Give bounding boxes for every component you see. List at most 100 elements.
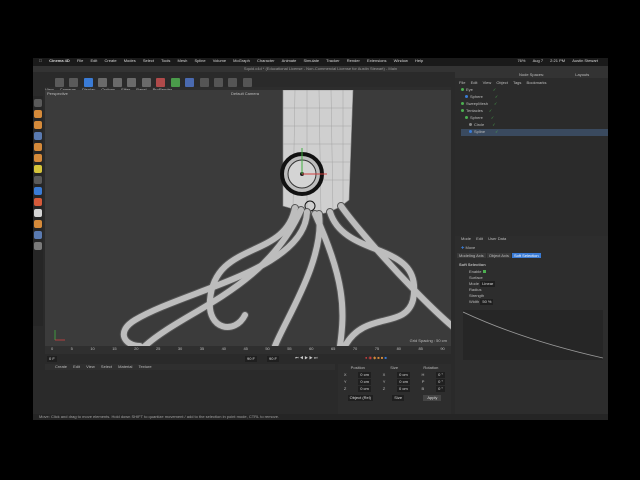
menu-mesh[interactable]: Mesh bbox=[178, 58, 188, 64]
enabled-check-icon[interactable]: ✓ bbox=[493, 87, 496, 92]
go-to-end-icon[interactable]: ⏭ bbox=[314, 355, 318, 360]
app-name[interactable]: Cinema 4D bbox=[49, 58, 70, 64]
size-z-field[interactable]: 0 cm bbox=[397, 386, 410, 392]
points-mode-icon[interactable] bbox=[34, 143, 42, 151]
material-menu-material[interactable]: Material bbox=[118, 364, 132, 369]
rotation-p-field[interactable]: 0 ° bbox=[436, 379, 446, 385]
viewport-3d[interactable]: Perspective Default Camera Grid Spacing … bbox=[45, 90, 451, 346]
menu-spline[interactable]: Spline bbox=[194, 58, 205, 64]
object-row[interactable]: Sphere ✓ bbox=[461, 115, 608, 122]
snap-icon[interactable] bbox=[34, 209, 42, 217]
attr-menu-user-data[interactable]: User Data bbox=[488, 236, 506, 241]
menu-help[interactable]: Help bbox=[415, 58, 423, 64]
enabled-check-icon[interactable]: ✓ bbox=[491, 115, 494, 120]
coordinate-system-icon[interactable] bbox=[199, 78, 209, 87]
menu-modes[interactable]: Modes bbox=[124, 58, 136, 64]
scale-key-icon[interactable]: ■ bbox=[381, 355, 383, 360]
enable-checkbox[interactable] bbox=[482, 270, 486, 273]
undo-icon[interactable] bbox=[55, 78, 64, 87]
object-row-selected[interactable]: Spline ✓ bbox=[461, 129, 608, 136]
edges-mode-icon[interactable] bbox=[34, 154, 42, 162]
workplane-icon[interactable] bbox=[34, 132, 42, 140]
enabled-check-icon[interactable]: ✓ bbox=[495, 129, 498, 134]
object-row[interactable]: Eye ✓ bbox=[461, 87, 608, 94]
position-x-field[interactable]: 0 cm bbox=[358, 372, 371, 378]
uv-mode-icon[interactable] bbox=[34, 176, 42, 184]
rotation-key-icon[interactable]: ■ bbox=[384, 355, 386, 360]
rotation-h-field[interactable]: 0 ° bbox=[436, 372, 446, 378]
enabled-check-icon[interactable]: ✓ bbox=[494, 101, 497, 106]
layouts-dropdown[interactable]: Layouts bbox=[575, 72, 589, 77]
menu-mograph[interactable]: MoGraph bbox=[233, 58, 250, 64]
om-menu-edit[interactable]: Edit bbox=[471, 80, 478, 85]
coordinate-mode-dropdown[interactable]: Object (Rel) bbox=[347, 395, 373, 401]
width-field[interactable]: 50 % bbox=[480, 299, 494, 305]
material-menu-edit[interactable]: Edit bbox=[73, 364, 80, 369]
object-row[interactable]: SweepMesh ✓ bbox=[461, 101, 608, 108]
recent-tools-icon[interactable] bbox=[141, 78, 151, 87]
rotation-b-field[interactable]: 0 ° bbox=[436, 386, 445, 392]
end-frame-field[interactable]: 90 F bbox=[267, 356, 280, 362]
material-menu-view[interactable]: View bbox=[86, 364, 95, 369]
make-editable-icon[interactable] bbox=[34, 99, 42, 107]
position-y-field[interactable]: 0 cm bbox=[358, 379, 372, 385]
enable-axis-icon[interactable] bbox=[34, 187, 42, 195]
om-menu-bookmarks[interactable]: Bookmarks bbox=[527, 80, 547, 85]
solo-icon[interactable] bbox=[34, 220, 42, 228]
menu-character[interactable]: Character bbox=[257, 58, 275, 64]
menu-extensions[interactable]: Extensions bbox=[367, 58, 387, 64]
om-menu-object[interactable]: Object bbox=[496, 80, 508, 85]
polygons-mode-icon[interactable] bbox=[34, 165, 42, 173]
attr-menu-edit[interactable]: Edit bbox=[476, 236, 483, 241]
lock-workplane-icon[interactable] bbox=[34, 231, 42, 239]
tab-modeling-axis[interactable]: Modeling Axis bbox=[457, 253, 486, 258]
render-picture-viewer-icon[interactable] bbox=[228, 78, 238, 87]
move-icon[interactable] bbox=[98, 78, 108, 87]
object-row[interactable]: Tentacles ✓ bbox=[461, 108, 608, 115]
apply-button[interactable]: Apply bbox=[423, 395, 442, 401]
material-menu-texture[interactable]: Texture bbox=[138, 364, 151, 369]
position-z-field[interactable]: 0 cm bbox=[358, 386, 371, 392]
menu-render[interactable]: Render bbox=[347, 58, 360, 64]
object-row[interactable]: Sphere ✓ bbox=[461, 94, 608, 101]
battery-status[interactable]: 76% bbox=[517, 58, 525, 64]
previous-key-icon[interactable]: ◀ bbox=[300, 355, 304, 360]
menu-select[interactable]: Select bbox=[143, 58, 154, 64]
attr-menu-mode[interactable]: Mode bbox=[461, 236, 471, 241]
start-frame-field[interactable]: 0 F bbox=[47, 356, 57, 362]
enabled-check-icon[interactable]: ✓ bbox=[489, 108, 492, 113]
autokey-icon[interactable]: ◉ bbox=[369, 355, 373, 360]
planar-workplane-icon[interactable] bbox=[34, 242, 42, 250]
tab-object-axis[interactable]: Object Axis bbox=[486, 253, 511, 258]
render-view-icon[interactable] bbox=[213, 78, 223, 87]
live-selection-icon[interactable] bbox=[83, 78, 93, 87]
material-menu-create[interactable]: Create bbox=[55, 364, 67, 369]
menu-tools[interactable]: Tools bbox=[161, 58, 170, 64]
menu-tracker[interactable]: Tracker bbox=[326, 58, 339, 64]
size-x-field[interactable]: 0 cm bbox=[397, 372, 410, 378]
menu-animate[interactable]: Animate bbox=[282, 58, 297, 64]
size-mode-dropdown[interactable]: Size bbox=[392, 395, 405, 401]
go-to-start-icon[interactable]: ⏮ bbox=[295, 355, 299, 360]
menubar-date[interactable]: Aug 7 bbox=[533, 58, 543, 64]
x-axis-icon[interactable] bbox=[156, 78, 166, 87]
scale-icon[interactable] bbox=[112, 78, 122, 87]
tweak-mode-icon[interactable] bbox=[34, 198, 42, 206]
position-key-icon[interactable]: ■ bbox=[377, 355, 379, 360]
menu-volume[interactable]: Volume bbox=[213, 58, 226, 64]
menu-simulate[interactable]: Simulate bbox=[303, 58, 319, 64]
play-icon[interactable]: ▶ bbox=[304, 355, 308, 360]
size-y-field[interactable]: 0 cm bbox=[397, 379, 410, 385]
om-menu-tags[interactable]: Tags bbox=[513, 80, 521, 85]
material-menu-select[interactable]: Select bbox=[101, 364, 112, 369]
z-axis-icon[interactable] bbox=[185, 78, 195, 87]
node-spaces-label[interactable]: Node Spaces: bbox=[519, 72, 544, 77]
enabled-check-icon[interactable]: ✓ bbox=[492, 122, 495, 127]
menubar-time[interactable]: 2:21 PM bbox=[550, 58, 565, 64]
tab-soft-selection[interactable]: Soft Selection bbox=[511, 253, 541, 258]
om-menu-file[interactable]: File bbox=[459, 80, 465, 85]
falloff-curve-graph[interactable] bbox=[463, 310, 603, 360]
render-settings-icon[interactable] bbox=[242, 78, 252, 87]
redo-icon[interactable] bbox=[69, 78, 79, 87]
next-key-icon[interactable]: ▶ bbox=[309, 355, 313, 360]
